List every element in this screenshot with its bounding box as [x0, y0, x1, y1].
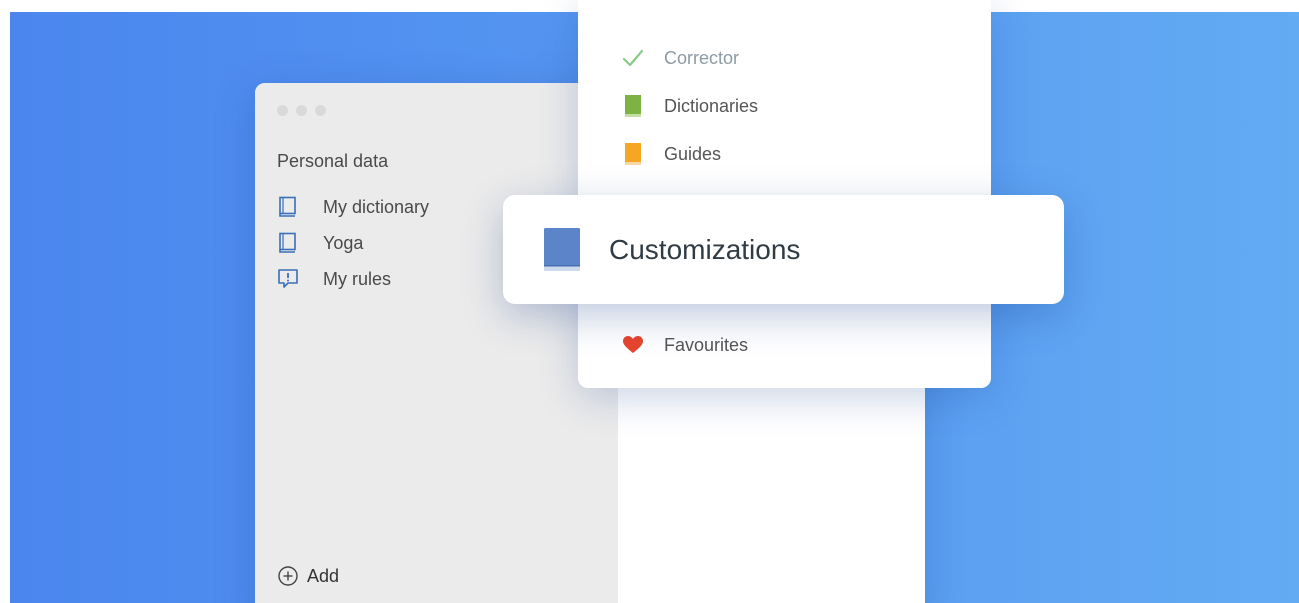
sidebar-item-label: My dictionary [323, 196, 430, 217]
minimize-window-button[interactable] [296, 105, 307, 116]
menu-item-label: Favourites [664, 334, 749, 355]
sidebar-item-my-rules[interactable]: My rules [277, 261, 429, 297]
sidebar-item-yoga[interactable]: Yoga [277, 225, 429, 261]
section-title: Personal data [277, 151, 389, 171]
book-outline-icon [277, 232, 299, 254]
zoom-window-button[interactable] [315, 105, 326, 116]
category-menu: Corrector Dictionaries Guides Favourites [578, 0, 991, 388]
sidebar-item-label: My rules [323, 268, 392, 289]
sidebar-list: My dictionary Yoga My rules [277, 189, 429, 297]
menu-item-label: Guides [664, 143, 722, 164]
add-label: Add [307, 565, 340, 586]
sidebar: Personal data My dictionary Yoga My rule… [255, 83, 618, 603]
checkmark-icon [622, 46, 644, 70]
plus-circle-icon [277, 565, 299, 587]
menu-item-label: Corrector [664, 47, 740, 68]
menu-item-guides[interactable]: Guides [622, 142, 721, 166]
exclamation-bubble-icon [277, 268, 299, 290]
menu-item-dictionaries[interactable]: Dictionaries [622, 94, 758, 118]
menu-item-customizations[interactable]: Customizations [503, 195, 1064, 304]
blue-book-icon [543, 227, 581, 273]
green-book-icon [622, 94, 644, 118]
sidebar-item-label: Yoga [323, 232, 364, 253]
customizations-label: Customizations [609, 233, 801, 265]
menu-item-corrector[interactable]: Corrector [622, 46, 739, 70]
sidebar-item-my-dictionary[interactable]: My dictionary [277, 189, 429, 225]
heart-icon [622, 333, 644, 357]
window-controls [277, 105, 326, 116]
close-window-button[interactable] [277, 105, 288, 116]
add-button[interactable]: Add [277, 565, 339, 587]
menu-item-label: Dictionaries [664, 95, 759, 116]
orange-book-icon [622, 142, 644, 166]
menu-item-favourites[interactable]: Favourites [622, 333, 748, 357]
book-outline-icon [277, 196, 299, 218]
